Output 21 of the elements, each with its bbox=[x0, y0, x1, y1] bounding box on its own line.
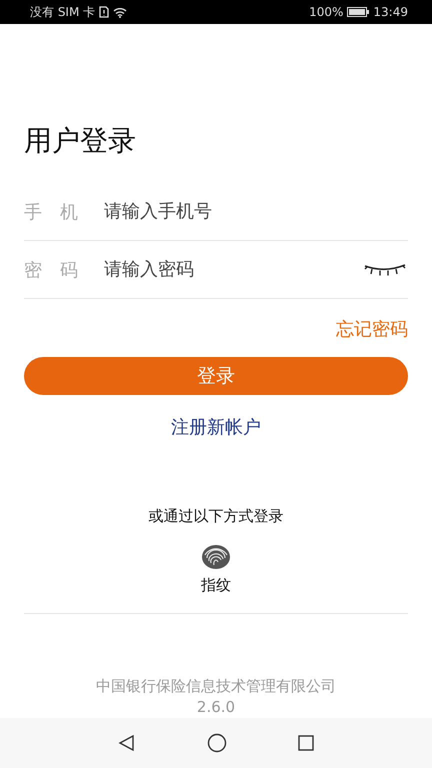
clock-text: 13:49 bbox=[373, 5, 408, 19]
battery-icon bbox=[347, 7, 370, 17]
version-text: 2.6.0 bbox=[196, 698, 236, 716]
home-icon[interactable] bbox=[207, 733, 227, 753]
sim-icon bbox=[99, 6, 110, 18]
back-icon[interactable] bbox=[118, 734, 136, 752]
closed-eye-icon[interactable] bbox=[364, 262, 406, 276]
field-label: 密 码 bbox=[24, 258, 79, 282]
alt-login-heading: 或通过以下方式登录 bbox=[148, 507, 284, 526]
battery-text: 100% bbox=[309, 5, 344, 19]
fingerprint-label[interactable]: 指纹 bbox=[201, 576, 231, 595]
phone-field[interactable]: 请输入手机号 bbox=[104, 196, 408, 226]
carrier-text: 没有 SIM 卡 bbox=[30, 4, 96, 20]
recent-apps-icon[interactable] bbox=[298, 735, 314, 751]
wifi-icon bbox=[113, 6, 128, 18]
fingerprint-icon[interactable] bbox=[201, 544, 231, 570]
page-title: 用户登录 bbox=[24, 123, 137, 159]
password-field[interactable]: 请输入密码 bbox=[104, 254, 364, 284]
register-link[interactable]: 注册新帐户 bbox=[171, 415, 261, 439]
company-name: 中国银行保险信息技术管理有限公司 bbox=[96, 677, 336, 696]
field-label: 手 机 bbox=[24, 200, 79, 224]
